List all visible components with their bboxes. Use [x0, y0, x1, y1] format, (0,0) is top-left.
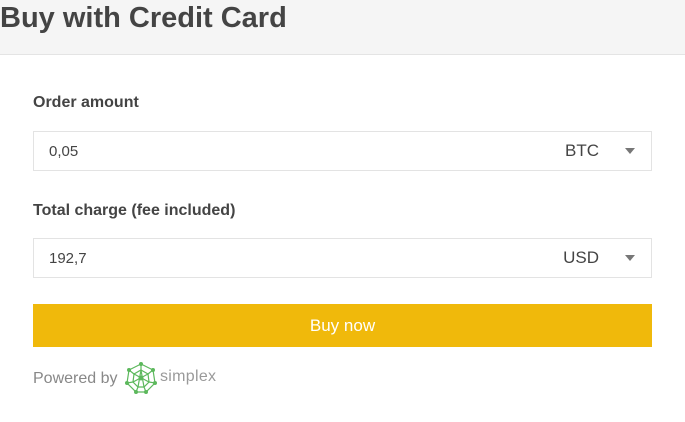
total-currency-code: USD	[563, 248, 599, 267]
powered-by-label: Powered by	[33, 370, 118, 387]
simplex-network-icon	[125, 362, 157, 394]
order-amount-input[interactable]	[49, 132, 469, 170]
total-charge-label: Total charge (fee included)	[33, 202, 236, 219]
order-amount-label: Order amount	[33, 94, 139, 111]
total-charge-input[interactable]	[49, 239, 469, 277]
order-currency-select[interactable]: BTC	[551, 132, 651, 170]
page-title: Buy with Credit Card	[0, 2, 287, 34]
chevron-down-icon	[625, 255, 635, 261]
order-amount-field: BTC	[33, 131, 652, 171]
order-currency-code: BTC	[565, 141, 599, 160]
page-header: Buy with Credit Card	[0, 0, 685, 55]
simplex-logo[interactable]: simplex	[124, 362, 224, 394]
buy-now-button[interactable]: Buy now	[33, 304, 652, 347]
simplex-logo-text: simplex	[160, 368, 217, 385]
total-charge-field: USD	[33, 238, 652, 278]
chevron-down-icon	[625, 148, 635, 154]
total-currency-select[interactable]: USD	[551, 239, 651, 277]
